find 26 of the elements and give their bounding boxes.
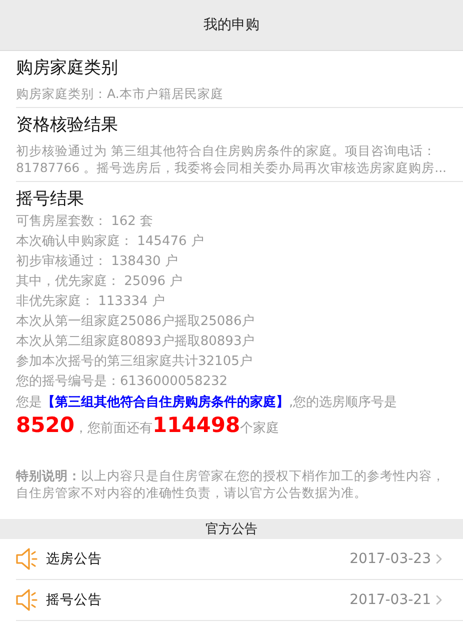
category-text: 购房家庭类别：A.本市户籍居民家庭: [16, 85, 224, 102]
announcement-title: 摇号公告: [46, 591, 103, 609]
result-line: 非优先家庭： 113334 户: [16, 293, 166, 311]
announcement-date: 2017-03-21: [350, 592, 431, 608]
result-line: 本次从第二组家庭80893户摇取80893户: [16, 333, 256, 351]
result-line: 您的摇号编号是：6136000058232: [16, 373, 229, 391]
result-line: 其中，优先家庭： 25096 户: [16, 273, 184, 291]
announcement-title: 选房公告: [46, 550, 103, 568]
qualification-text: 初步核验通过为 第三组其他符合自住房购房条件的家庭。项目咨询电话：81787766 。摇号选房后，我委将会同相关委办局再次审核选房家庭购房...: [16, 142, 448, 176]
announcement-item[interactable]: 选房公告 2017-03-23: [16, 539, 463, 580]
section-title: 资格核验结果: [16, 114, 119, 137]
result-line: 初步审核通过： 138430 户: [16, 253, 179, 271]
result-line: 本次确认申购家庭： 145476 户: [16, 233, 205, 251]
result-line: 可售房屋套数： 162 套: [16, 213, 154, 231]
announcement-item[interactable]: 摇号公告 2017-03-21: [16, 580, 463, 621]
page-title: 我的申购: [204, 16, 260, 34]
section-bar-title: 官方公告: [206, 521, 258, 538]
announcement-date: 2017-03-23: [350, 551, 431, 567]
result-line: 本次从第一组家庭25086户摇取25086户: [16, 313, 256, 331]
speaker-icon: [16, 588, 38, 612]
section-title: 购房家庭类别: [16, 57, 119, 80]
disclaimer-text: 特别说明：以上内容只是自住房管家在您的授权下梢作加工的参考性内容，自住房管家不对内容的准确性负责，请以官方公告数据为准。: [16, 467, 446, 501]
speaker-icon: [16, 547, 38, 571]
result-line: 参加本次摇号的第三组家庭共计32105户: [16, 353, 254, 371]
result-sentence: 您是【第三组其他符合自住房购房条件的家庭】,您的选房顺序号是 8520，您前面还有114498个家庭: [16, 394, 398, 439]
section-title: 摇号结果: [16, 188, 85, 211]
